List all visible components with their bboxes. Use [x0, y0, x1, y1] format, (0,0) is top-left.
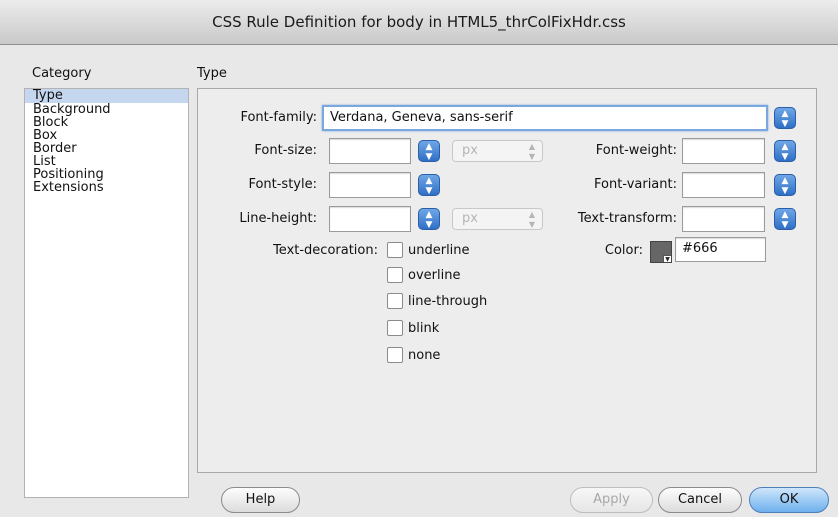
chevron-up-icon: ▲: [781, 109, 789, 119]
panel-heading: Type: [197, 66, 227, 81]
checkbox-underline-label: underline: [408, 243, 470, 258]
chevron-down-icon: ▼: [781, 152, 789, 162]
font-weight-label: Font-weight:: [595, 143, 677, 158]
updown-arrows-icon: ▲ ▼: [528, 210, 535, 229]
font-size-field[interactable]: [329, 138, 411, 164]
ok-button[interactable]: OK: [749, 487, 829, 513]
font-variant-stepper[interactable]: ▲ ▼: [774, 174, 796, 196]
font-size-unit-select[interactable]: px ▲ ▼: [452, 140, 543, 162]
checkbox-blink-label: blink: [408, 321, 440, 336]
font-variant-label: Font-variant:: [594, 177, 677, 192]
checkbox-blink[interactable]: [387, 320, 403, 336]
font-size-stepper[interactable]: ▲ ▼: [418, 140, 440, 162]
color-field[interactable]: #666: [675, 237, 766, 262]
chevron-down-icon: ▼: [781, 186, 789, 196]
color-swatch[interactable]: ▼: [650, 241, 672, 263]
font-style-field[interactable]: [329, 172, 411, 198]
updown-arrows-icon: ▲ ▼: [528, 142, 535, 161]
line-height-unit-select[interactable]: px ▲ ▼: [452, 208, 543, 230]
chevron-up-icon: ▲: [425, 210, 433, 220]
checkbox-overline[interactable]: [387, 267, 403, 283]
checkbox-overline-label: overline: [408, 268, 461, 283]
apply-button[interactable]: Apply: [570, 487, 653, 513]
line-height-stepper[interactable]: ▲ ▼: [418, 208, 440, 230]
font-size-label: Font-size:: [254, 143, 317, 158]
chevron-up-icon: ▲: [781, 176, 789, 186]
font-family-field[interactable]: Verdana, Geneva, sans-serif: [322, 105, 768, 131]
font-weight-field[interactable]: [682, 138, 765, 164]
chevron-up-icon: ▲: [425, 142, 433, 152]
line-height-unit-value: px: [462, 211, 478, 226]
checkbox-line-through-label: line-through: [408, 294, 488, 309]
chevron-down-icon: ▼: [425, 186, 433, 196]
checkbox-line-through[interactable]: [387, 293, 403, 309]
line-height-field[interactable]: [329, 206, 411, 232]
font-style-stepper[interactable]: ▲ ▼: [418, 174, 440, 196]
cancel-button[interactable]: Cancel: [658, 487, 742, 513]
font-size-unit-value: px: [462, 143, 478, 158]
type-panel: Font-family: Verdana, Geneva, sans-serif…: [197, 88, 817, 473]
category-item-type[interactable]: Type: [25, 89, 188, 103]
chevron-down-icon: ▼: [781, 220, 789, 230]
chevron-down-icon: ▼: [425, 220, 433, 230]
chevron-up-icon: ▲: [781, 210, 789, 220]
checkbox-none-label: none: [408, 348, 441, 363]
font-family-label: Font-family:: [240, 110, 317, 125]
font-style-label: Font-style:: [248, 177, 317, 192]
font-weight-stepper[interactable]: ▲ ▼: [774, 140, 796, 162]
text-transform-label: Text-transform:: [577, 211, 677, 226]
category-item-extensions[interactable]: Extensions: [25, 181, 188, 194]
category-list: Type Background Block Box Border List Po…: [24, 88, 189, 498]
checkbox-underline[interactable]: [387, 242, 403, 258]
text-decoration-label: Text-decoration:: [273, 243, 378, 258]
font-variant-field[interactable]: [682, 172, 765, 198]
chevron-down-icon: ▼: [425, 152, 433, 162]
chevron-up-icon: ▲: [781, 142, 789, 152]
chevron-up-icon: ▲: [425, 176, 433, 186]
font-family-stepper[interactable]: ▲ ▼: [774, 107, 796, 129]
help-button[interactable]: Help: [221, 487, 300, 513]
text-transform-field[interactable]: [682, 206, 765, 232]
dropdown-arrow-icon: ▼: [663, 255, 671, 263]
color-label: Color:: [604, 243, 643, 258]
text-transform-stepper[interactable]: ▲ ▼: [774, 208, 796, 230]
category-heading: Category: [32, 66, 92, 81]
checkbox-none[interactable]: [387, 347, 403, 363]
window-title: CSS Rule Definition for body in HTML5_th…: [0, 0, 838, 45]
chevron-down-icon: ▼: [781, 119, 789, 129]
line-height-label: Line-height:: [239, 211, 317, 226]
